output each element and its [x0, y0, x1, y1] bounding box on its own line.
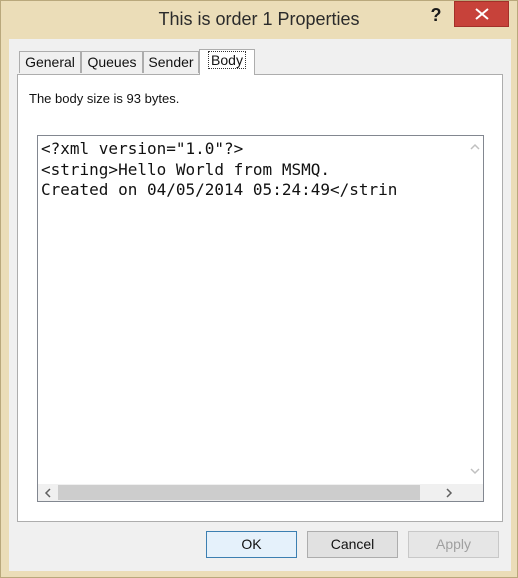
scroll-left-arrow-icon[interactable] — [41, 486, 55, 500]
close-button[interactable] — [454, 1, 509, 27]
ok-button[interactable]: OK — [206, 531, 297, 558]
horizontal-scrollbar[interactable] — [38, 484, 466, 501]
tab-body-label: Body — [208, 51, 246, 69]
tab-body[interactable]: Body — [199, 49, 255, 75]
content-line: Created on 04/05/2014 05:24:49</strin — [41, 180, 398, 199]
properties-dialog: This is order 1 Properties ? General Que… — [0, 0, 518, 578]
tab-queues[interactable]: Queues — [81, 51, 143, 73]
body-content-textbox[interactable]: <?xml version="1.0"?> <string>Hello Worl… — [37, 135, 484, 502]
dialog-client-area: General Queues Sender Body The body size… — [9, 39, 511, 571]
vertical-scrollbar[interactable] — [466, 136, 483, 484]
apply-button[interactable]: Apply — [408, 531, 499, 558]
scroll-right-arrow-icon[interactable] — [442, 486, 456, 500]
scroll-down-arrow-icon[interactable] — [468, 464, 482, 478]
tab-general[interactable]: General — [19, 51, 81, 73]
tab-sender[interactable]: Sender — [143, 51, 199, 73]
title-bar[interactable]: This is order 1 Properties ? — [1, 1, 517, 39]
content-line: <?xml version="1.0"?> — [41, 139, 244, 158]
help-button[interactable]: ? — [421, 3, 451, 27]
body-size-label: The body size is 93 bytes. — [29, 91, 180, 106]
scrollbar-corner — [466, 484, 483, 501]
close-icon — [475, 8, 489, 20]
horizontal-scroll-thumb[interactable] — [58, 485, 420, 500]
body-content-text[interactable]: <?xml version="1.0"?> <string>Hello Worl… — [41, 139, 459, 479]
content-line: <string>Hello World from MSMQ. — [41, 159, 330, 179]
cancel-button[interactable]: Cancel — [307, 531, 398, 558]
scroll-up-arrow-icon[interactable] — [468, 140, 482, 154]
